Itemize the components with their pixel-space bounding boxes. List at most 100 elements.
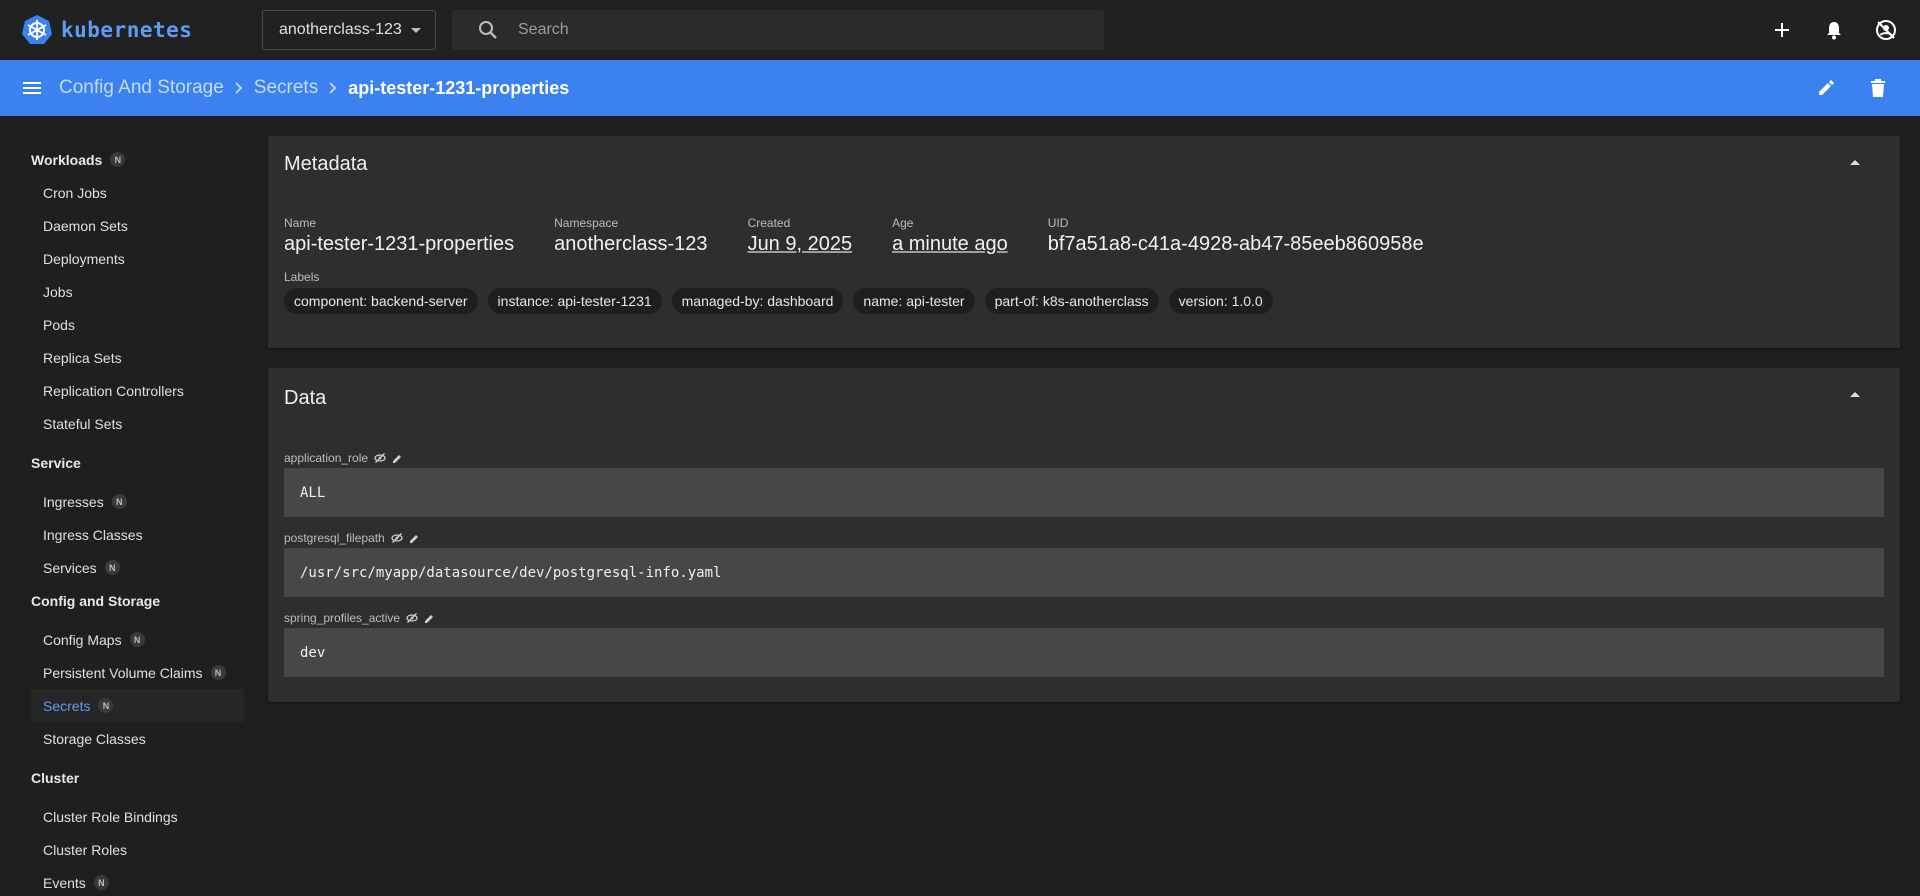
label-chip: name: api-tester (853, 288, 975, 314)
label-chip: component: backend-server (284, 288, 478, 314)
nav-group-config-and-storage[interactable]: Config and Storage (0, 584, 260, 617)
sidebar-item-secrets[interactable]: Secrets N (31, 689, 244, 722)
sidebar-item-daemon-sets[interactable]: Daemon Sets (0, 209, 260, 242)
hamburger-icon (23, 82, 41, 94)
data-key-label: spring_profiles_active (284, 611, 401, 625)
sidebar-item-label: Cluster Role Bindings (43, 808, 178, 825)
sidebar-item-label: Services (43, 559, 97, 576)
pencil-icon[interactable] (409, 533, 420, 544)
sidebar-item-services[interactable]: Services N (0, 551, 260, 584)
action-bar: Config And Storage Secrets api-tester-12… (0, 60, 1920, 116)
sidebar-item-label: Jobs (43, 283, 73, 300)
label-chip: instance: api-tester-1231 (487, 288, 662, 314)
pencil-icon[interactable] (424, 613, 435, 624)
nav-group-label: Cluster (31, 769, 80, 786)
plus-icon (1775, 23, 1789, 37)
kubernetes-wheel-icon (22, 15, 52, 44)
user-button[interactable] (1874, 18, 1898, 42)
bell-icon (1827, 22, 1841, 40)
field-key: Name (284, 216, 317, 230)
sidebar-item-label: Pods (43, 316, 75, 333)
sidebar-item-label: Daemon Sets (43, 217, 128, 234)
sidebar-item-label: Replica Sets (43, 349, 122, 366)
notifications-button[interactable] (1822, 18, 1846, 42)
pencil-icon (1819, 80, 1834, 95)
sidebar-item-persistent-volume-claims[interactable]: Persistent Volume Claims N (0, 656, 260, 689)
kubernetes-logo[interactable]: kubernetes (21, 14, 192, 46)
sidebar-item-storage-classes[interactable]: Storage Classes (0, 722, 260, 755)
sidebar-item-ingresses[interactable]: Ingresses N (0, 485, 260, 518)
sidebar-item-deployments[interactable]: Deployments (0, 242, 260, 275)
nav-group-service[interactable]: Service (0, 446, 260, 479)
account-off-icon (1876, 20, 1896, 40)
menu-button[interactable] (20, 76, 44, 100)
breadcrumb-secrets[interactable]: Secrets (254, 77, 318, 99)
metadata-fields: Name api-tester-1231-properties Namespac… (268, 216, 1900, 256)
breadcrumb-config-and-storage[interactable]: Config And Storage (59, 77, 224, 99)
top-bar: kubernetes anotherclass-123 (0, 0, 1920, 60)
search-input[interactable] (518, 21, 1078, 39)
pencil-icon[interactable] (392, 453, 403, 464)
search-bar[interactable] (452, 10, 1104, 50)
sidebar-item-replica-sets[interactable]: Replica Sets (0, 341, 260, 374)
sidebar-item-cron-jobs[interactable]: Cron Jobs (0, 176, 260, 209)
metadata-title: Metadata (284, 153, 368, 175)
sidebar: Workloads N Cron Jobs Daemon Sets Deploy… (0, 116, 260, 896)
field-key: Namespace (554, 216, 619, 230)
collapse-metadata-icon[interactable] (1850, 160, 1860, 165)
label-chip: managed-by: dashboard (671, 288, 844, 314)
sidebar-item-cluster-roles[interactable]: Cluster Roles (0, 833, 260, 866)
field-value[interactable]: Jun 9, 2025 (748, 233, 853, 256)
sidebar-item-stateful-sets[interactable]: Stateful Sets (0, 407, 260, 440)
sidebar-item-cluster-role-bindings[interactable]: Cluster Role Bindings (0, 800, 260, 833)
create-button[interactable] (1770, 18, 1794, 42)
sidebar-item-ingress-classes[interactable]: Ingress Classes (0, 518, 260, 551)
sidebar-item-events[interactable]: Events N (0, 866, 260, 896)
chevron-right-icon (235, 82, 243, 94)
sidebar-item-config-maps[interactable]: Config Maps N (0, 623, 260, 656)
field-key: UID (1047, 216, 1069, 230)
sidebar-item-label: Deployments (43, 250, 125, 267)
metadata-age: Age a minute ago (892, 216, 1008, 256)
field-value: bf7a51a8-c41a-4928-ab47-85eeb860958e (1047, 233, 1424, 255)
metadata-namespace: Namespace anotherclass-123 (554, 216, 707, 256)
data-value: ALL (284, 468, 1884, 517)
namespaced-badge: N (93, 875, 109, 890)
nav-group-label: Service (31, 454, 81, 471)
visibility-off-icon[interactable] (391, 532, 403, 544)
field-key: Created (747, 216, 791, 230)
data-entry-application-role: application_role ALL (268, 448, 1900, 517)
data-entry-postgresql-filepath: postgresql_filepath /usr/src/myapp/datas… (268, 528, 1900, 597)
sidebar-item-replication-controllers[interactable]: Replication Controllers (0, 374, 260, 407)
label-chip: version: 1.0.0 (1168, 288, 1273, 314)
collapse-data-icon[interactable] (1850, 392, 1860, 397)
namespace-select[interactable]: anotherclass-123 (262, 10, 436, 50)
search-icon (479, 21, 497, 39)
sidebar-item-jobs[interactable]: Jobs (0, 275, 260, 308)
sidebar-item-label: Replication Controllers (43, 382, 184, 399)
sidebar-item-label: Storage Classes (43, 730, 146, 747)
nav-group-workloads[interactable]: Workloads N (0, 143, 260, 176)
nav-group-cluster[interactable]: Cluster (0, 761, 260, 794)
namespace-value: anotherclass-123 (279, 21, 402, 38)
data-entry-spring-profiles-active: spring_profiles_active dev (268, 608, 1900, 677)
sidebar-item-label: Config Maps (43, 631, 122, 648)
namespaced-badge: N (98, 698, 114, 713)
main-content: Metadata Name api-tester-1231-properties… (268, 136, 1900, 702)
delete-button[interactable] (1866, 76, 1890, 100)
field-value[interactable]: a minute ago (892, 233, 1008, 256)
sidebar-item-label: Events (43, 874, 86, 891)
trash-icon (1871, 79, 1885, 97)
namespaced-badge: N (110, 152, 126, 167)
labels-list: component: backend-server instance: api-… (268, 288, 1900, 344)
nav-group-label: Config and Storage (31, 592, 161, 609)
field-value: anotherclass-123 (554, 233, 708, 255)
visibility-off-icon[interactable] (406, 612, 418, 624)
visibility-off-icon[interactable] (374, 452, 386, 464)
namespaced-badge: N (104, 560, 120, 575)
breadcrumb-current: api-tester-1231-properties (348, 77, 570, 98)
edit-button[interactable] (1814, 76, 1838, 100)
sidebar-item-pods[interactable]: Pods (0, 308, 260, 341)
app-name: kubernetes (61, 18, 193, 42)
breadcrumb: Config And Storage Secrets api-tester-12… (59, 60, 569, 116)
